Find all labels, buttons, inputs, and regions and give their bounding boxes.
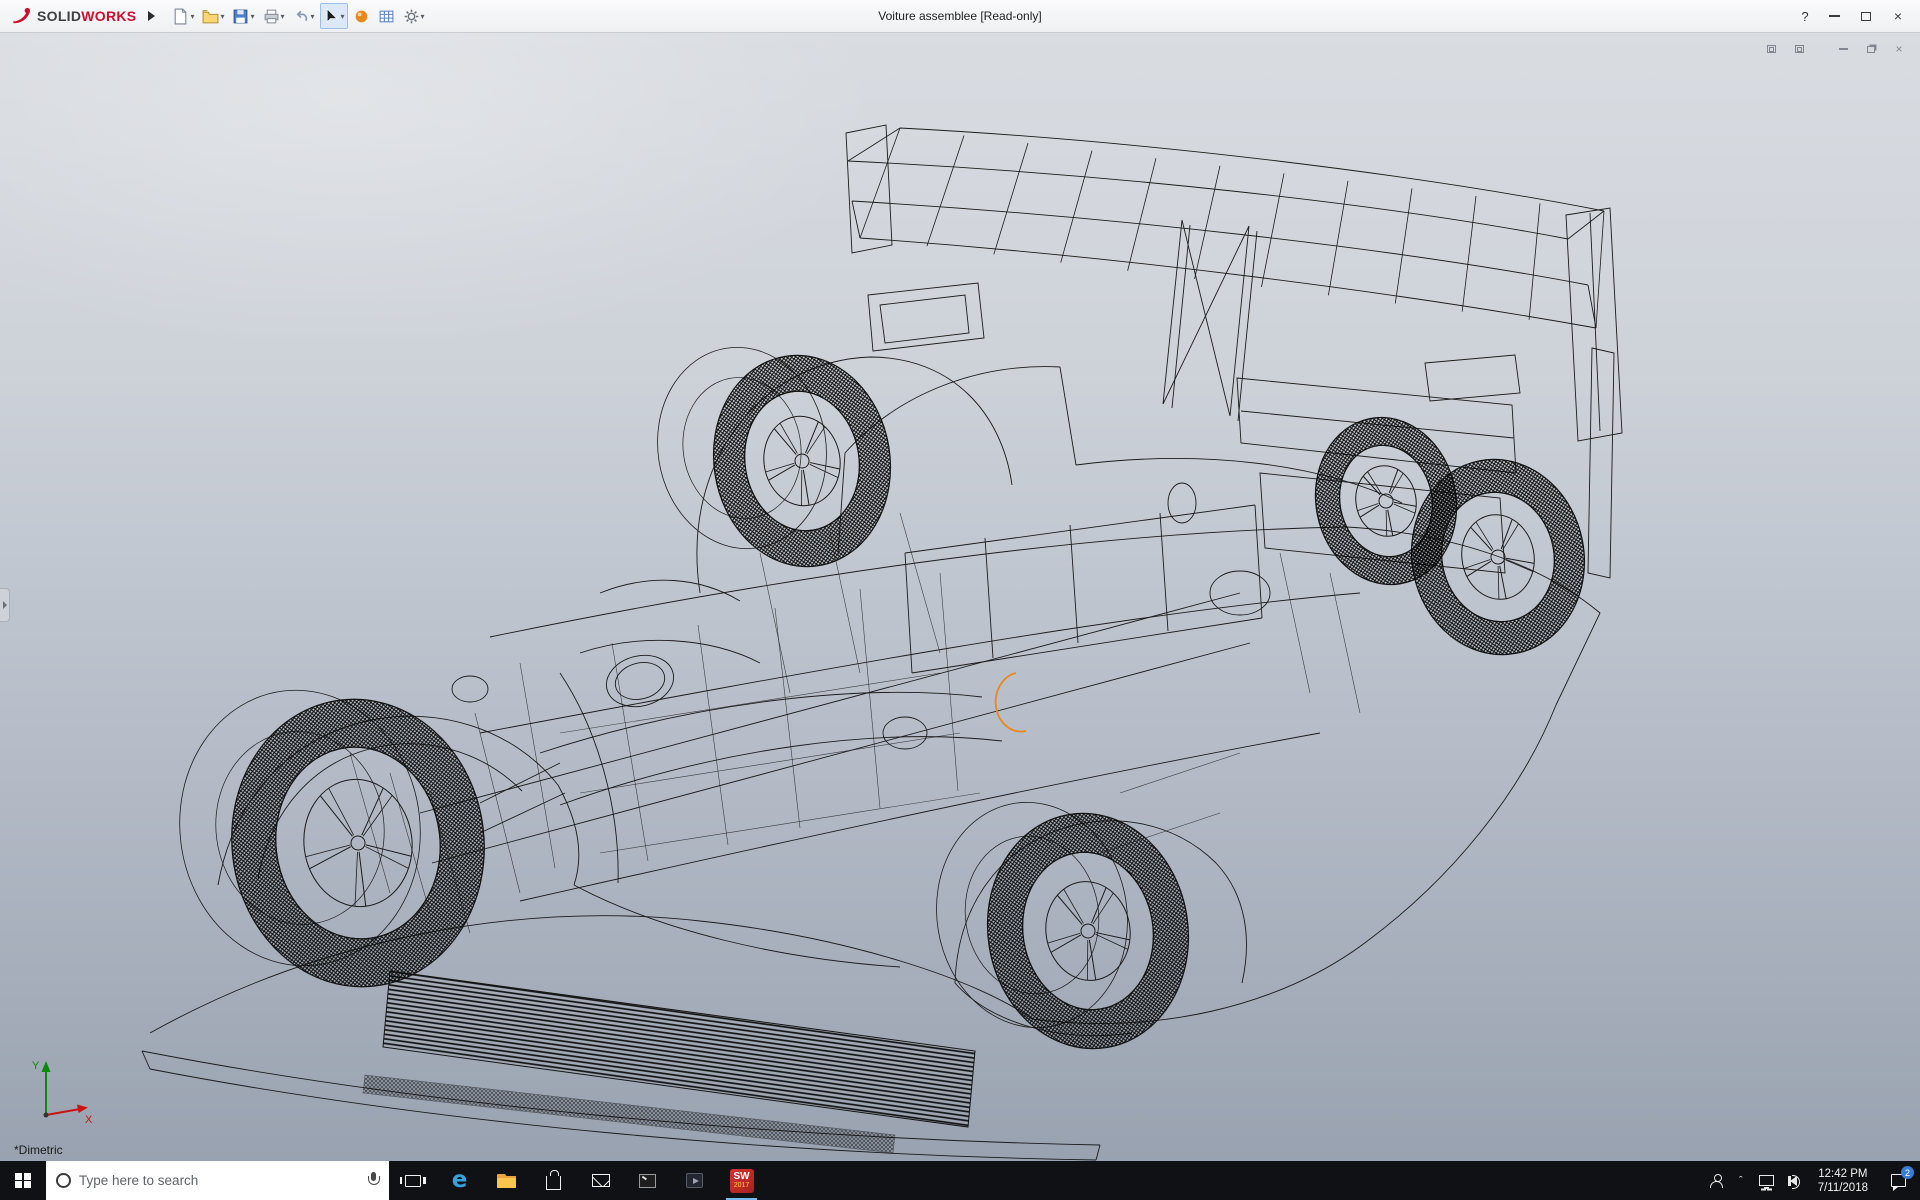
search-icon <box>56 1173 71 1188</box>
solidworks-icon: SW 2017 <box>730 1169 754 1193</box>
command-prompt-icon <box>639 1174 656 1188</box>
new-document-button[interactable]: ▾ <box>169 3 197 29</box>
volume-icon <box>1790 1176 1797 1186</box>
print-icon <box>263 8 280 25</box>
minimize-button[interactable] <box>1820 4 1848 28</box>
car-body-wireframe <box>142 125 1622 1160</box>
volume-button[interactable] <box>1783 1161 1808 1200</box>
doc-restore-button[interactable] <box>1860 39 1882 59</box>
select-cursor-icon <box>323 8 340 25</box>
microphone-icon[interactable] <box>367 1172 379 1189</box>
x-axis-label: X <box>85 1114 93 1126</box>
cascade-window-icon <box>1795 45 1804 53</box>
wireframe-car-model[interactable] <box>0 33 1920 1161</box>
file-explorer-button[interactable] <box>483 1161 530 1200</box>
doc-minimize-button[interactable] <box>1832 39 1854 59</box>
new-window-button[interactable] <box>1760 39 1782 59</box>
x-axis-arrow-icon <box>77 1105 88 1114</box>
help-button[interactable]: ? <box>1794 9 1816 24</box>
media-app-button[interactable] <box>671 1161 718 1200</box>
document-window-controls: × <box>1760 39 1910 59</box>
select-tool-button[interactable]: ▾ <box>320 3 348 29</box>
maximize-button[interactable] <box>1852 4 1880 28</box>
system-tray: ˆ 12:42 PM 7/11/2018 2 <box>1703 1161 1920 1200</box>
doc-restore-icon <box>1867 46 1875 53</box>
view-orientation-label: *Dimetric <box>14 1143 63 1157</box>
hidden-icons-button[interactable]: ˆ <box>1732 1161 1750 1200</box>
mail-button[interactable] <box>577 1161 624 1200</box>
file-explorer-icon <box>497 1174 516 1188</box>
new-window-icon <box>1767 45 1776 53</box>
windows-taskbar: e SW 2017 ˆ 12:42 PM 7/11/2018 2 <box>0 1161 1920 1200</box>
people-button[interactable] <box>1703 1161 1730 1200</box>
gear-icon <box>403 8 420 25</box>
window-controls: ? × <box>1794 4 1920 28</box>
titlebar: SOLIDWORKS ▾ ▾ ▾ ▾ ▾ ▾ <box>0 0 1920 33</box>
cascade-window-button[interactable] <box>1788 39 1810 59</box>
taskbar-clock[interactable]: 12:42 PM 7/11/2018 <box>1810 1167 1876 1195</box>
undo-icon <box>293 8 310 25</box>
chevron-up-icon: ˆ <box>1739 1175 1743 1187</box>
windows-logo-icon <box>15 1173 31 1189</box>
command-prompt-button[interactable] <box>624 1161 671 1200</box>
doc-close-button[interactable]: × <box>1888 39 1910 59</box>
design-table-icon <box>378 8 395 25</box>
edge-button[interactable]: e <box>436 1161 483 1200</box>
save-icon <box>232 8 249 25</box>
pinned-apps: e SW 2017 <box>389 1161 765 1200</box>
task-view-icon <box>405 1175 421 1187</box>
menu-expand-arrow-icon[interactable] <box>148 11 155 21</box>
save-button[interactable]: ▾ <box>229 3 257 29</box>
undo-button[interactable]: ▾ <box>290 3 318 29</box>
ds-logo-icon <box>10 7 32 25</box>
panel-collapse-tab[interactable] <box>0 588 10 622</box>
maximize-icon <box>1861 12 1871 21</box>
brand-text: SOLIDWORKS <box>37 8 136 24</box>
wheel-wireframes <box>164 128 1604 1063</box>
solidworks-button[interactable]: SW 2017 <box>718 1161 765 1200</box>
minimize-icon <box>1829 15 1840 17</box>
clock-time: 12:42 PM <box>1818 1167 1868 1181</box>
store-button[interactable] <box>530 1161 577 1200</box>
solidworks-logo: SOLIDWORKS <box>0 7 144 25</box>
mail-icon <box>592 1174 610 1187</box>
graphics-viewport[interactable]: × Y X *Dimetric <box>0 33 1920 1161</box>
media-app-icon <box>686 1173 703 1188</box>
network-button[interactable] <box>1752 1161 1781 1200</box>
print-button[interactable]: ▾ <box>260 3 288 29</box>
design-table-button[interactable] <box>375 3 398 29</box>
network-icon <box>1759 1175 1774 1186</box>
appearances-button[interactable] <box>350 3 373 29</box>
taskbar-search[interactable] <box>46 1161 389 1200</box>
action-center-button[interactable]: 2 <box>1878 1161 1918 1200</box>
clock-date: 7/11/2018 <box>1818 1181 1868 1195</box>
open-folder-icon <box>202 8 219 25</box>
appearance-sphere-icon <box>353 8 370 25</box>
close-button[interactable]: × <box>1884 4 1912 28</box>
reference-triad: Y X <box>22 1053 98 1133</box>
options-button[interactable]: ▾ <box>400 3 428 29</box>
y-axis-arrow-icon <box>42 1061 51 1072</box>
people-icon <box>1710 1174 1723 1187</box>
new-document-icon <box>172 8 189 25</box>
start-button[interactable] <box>0 1161 46 1200</box>
main-toolbar: ▾ ▾ ▾ ▾ ▾ ▾ ▾ <box>169 3 427 29</box>
notification-badge: 2 <box>1901 1166 1914 1179</box>
open-button[interactable]: ▾ <box>199 3 227 29</box>
doc-minimize-icon <box>1839 48 1848 50</box>
y-axis-label: Y <box>32 1060 40 1072</box>
edge-icon: e <box>452 1169 468 1192</box>
search-input[interactable] <box>79 1173 359 1188</box>
highlighted-edge[interactable] <box>996 673 1026 732</box>
store-icon <box>546 1176 561 1190</box>
task-view-button[interactable] <box>389 1161 436 1200</box>
